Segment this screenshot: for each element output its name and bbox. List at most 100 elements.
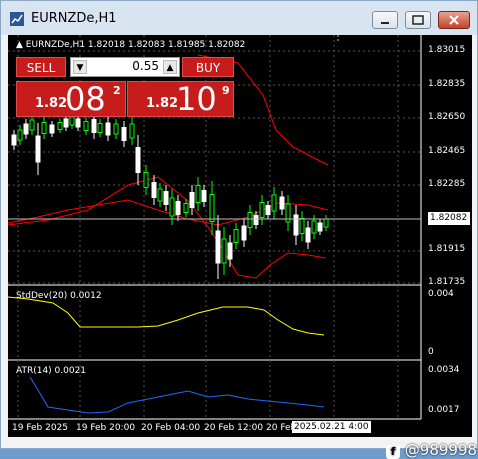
candle-body <box>143 172 149 188</box>
stddev-scale-bottom: 0 <box>428 347 434 357</box>
candle-body <box>57 122 63 130</box>
candle-body <box>227 242 233 260</box>
candle-body <box>195 185 201 203</box>
symbol-info: ▲ EURNZDe,H1 1.82018 1.82083 1.81985 1.8… <box>16 40 245 50</box>
buy-price-prefix: 1.82 <box>146 96 179 111</box>
sell-price-big: 08 <box>65 80 106 118</box>
candle-body <box>271 194 277 212</box>
candle-body <box>97 123 103 133</box>
title-bar[interactable]: EURNZDe,H1 <box>1 1 477 35</box>
candle-body <box>121 127 127 141</box>
candle-body <box>299 218 305 234</box>
atr-line <box>29 376 325 414</box>
candle-body <box>105 122 111 136</box>
candle-body <box>317 222 323 232</box>
minimize-icon <box>381 22 389 24</box>
close-icon <box>449 15 459 25</box>
candle-body <box>265 205 271 215</box>
candle-body <box>23 123 29 135</box>
price-label: 1.82835 <box>428 79 466 89</box>
price-label: 1.82465 <box>428 146 466 156</box>
candle-body <box>35 135 41 163</box>
restore-button[interactable] <box>405 11 431 29</box>
candle-body <box>247 212 253 228</box>
sell-price-box[interactable]: 1.82 08 2 <box>16 80 126 118</box>
buy-price-big: 10 <box>176 80 217 118</box>
candle-body <box>163 191 169 205</box>
current-price-tag: 1.82082 <box>428 212 470 225</box>
candle-body <box>201 190 207 202</box>
chart-window: EURNZDe,H1 ▲ EURNZDe,H1 1.82018 1.82083 … <box>0 0 478 459</box>
stddev-label: StdDev(20) 0.0012 <box>16 291 102 301</box>
buy-button[interactable]: BUY <box>182 57 234 77</box>
chart-area[interactable]: ▲ EURNZDe,H1 1.82018 1.82083 1.81985 1.8… <box>8 35 477 459</box>
indicator-lines <box>8 296 325 414</box>
time-label: 20 Feb 04:00 <box>141 423 201 433</box>
sell-button[interactable]: SELL <box>16 57 66 77</box>
candle-body <box>49 124 55 134</box>
candle-body <box>69 116 75 126</box>
time-label: 20 Feb 12:00 <box>204 423 264 433</box>
price-label: 1.82650 <box>428 112 466 122</box>
atr-scale-bottom: 0.0017 <box>428 405 460 415</box>
candle-body <box>209 194 215 222</box>
candle-body <box>135 147 141 173</box>
stddev-scale-top: 0.004 <box>428 289 454 299</box>
time-label: 19 Feb 2025 <box>12 423 69 433</box>
candle-body <box>63 118 69 128</box>
price-label: 1.83015 <box>428 45 466 55</box>
sell-price-prefix: 1.82 <box>35 96 68 111</box>
candle-body <box>215 230 221 264</box>
minimize-button[interactable] <box>372 11 398 29</box>
window-title: EURNZDe,H1 <box>31 11 117 26</box>
atr-scale-top: 0.0034 <box>428 365 460 375</box>
crosshair-time-tag: 2025.02.21 4:00 <box>292 421 371 433</box>
candle-body <box>259 202 265 218</box>
time-label: 19 Feb 20:00 <box>76 423 136 433</box>
sell-price-sup: 2 <box>113 84 121 97</box>
triangle-icon: ▲ <box>16 40 23 50</box>
candle-body <box>129 123 135 139</box>
facebook-icon: f <box>386 445 400 459</box>
buy-price-box[interactable]: 1.82 10 9 <box>127 80 234 118</box>
lot-decrease-button[interactable]: ▼ <box>73 60 87 74</box>
candle-body <box>183 203 189 213</box>
price-label: 1.82285 <box>428 179 466 189</box>
candle-body <box>29 119 35 131</box>
candle-body <box>113 123 119 135</box>
candle-body <box>41 122 47 134</box>
candle-body <box>83 121 89 131</box>
candle-body <box>221 238 227 264</box>
candles <box>11 113 329 279</box>
candle-body <box>169 197 175 217</box>
price-label: 1.81735 <box>428 277 466 287</box>
buy-price-sup: 9 <box>222 84 230 97</box>
candle-body <box>189 192 195 208</box>
price-label: 1.81915 <box>428 244 466 254</box>
watermark: f @989998 <box>386 441 477 459</box>
candle-body <box>75 118 81 128</box>
candle-body <box>253 215 259 225</box>
close-button[interactable] <box>438 11 470 29</box>
watermark-text: @989998 <box>404 441 478 459</box>
candle-body <box>311 220 317 234</box>
candle-body <box>305 227 311 243</box>
candle-body <box>175 201 181 215</box>
symbol-line: EURNZDe,H1 1.82018 1.82083 1.81985 1.820… <box>25 40 246 50</box>
candle-body <box>323 218 329 228</box>
lot-stepper[interactable]: ▼ 0.55 ▲ <box>70 57 180 77</box>
candle-body <box>157 188 163 202</box>
chart-window-icon <box>10 12 24 26</box>
lot-increase-button[interactable]: ▲ <box>163 60 177 74</box>
stddev-line <box>8 296 325 336</box>
restore-icon <box>412 15 424 25</box>
atr-label: ATR(14) 0.0021 <box>16 366 87 376</box>
candle-body <box>233 229 239 243</box>
candle-body <box>241 225 247 241</box>
candle-body <box>11 134 17 146</box>
candle-body <box>91 119 97 133</box>
lot-input[interactable]: 0.55 <box>91 59 159 73</box>
candle-body <box>17 129 23 141</box>
candle-body <box>279 196 285 210</box>
candle-body <box>293 214 299 236</box>
